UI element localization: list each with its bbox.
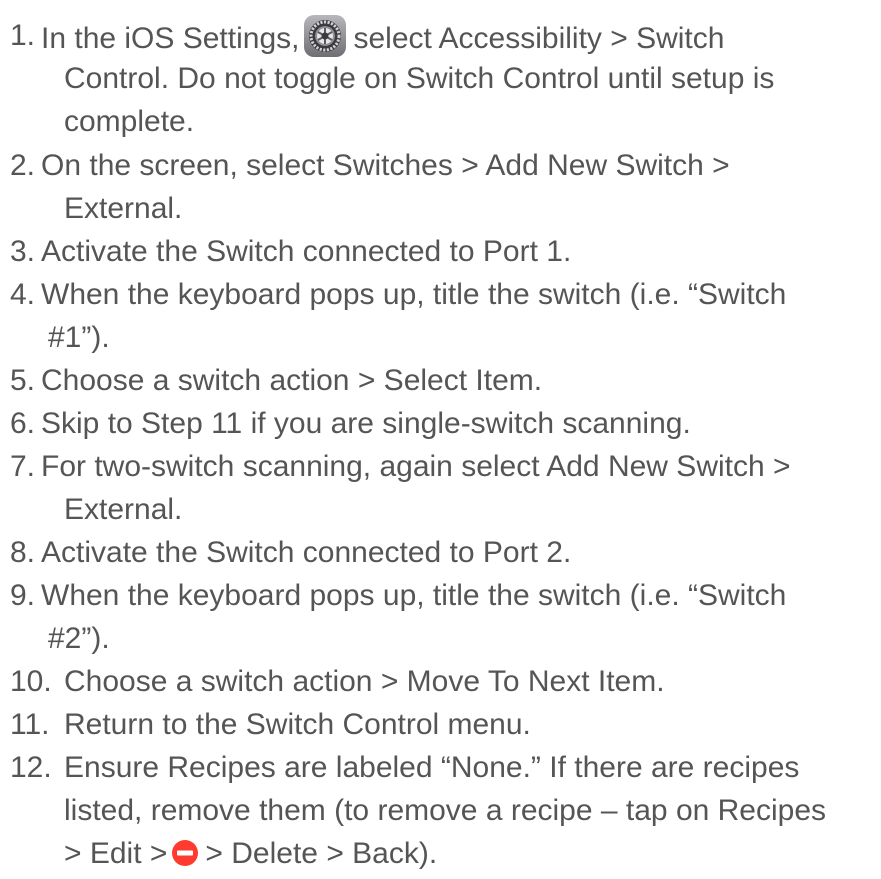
step-text-segment: select Accessibility > Switch: [353, 22, 725, 55]
step-number: 1.: [10, 19, 36, 52]
step-number: 12.: [10, 751, 52, 784]
step-text-line: When the keyboard pops up, title the swi…: [41, 579, 787, 612]
step-text-line: Skip to Step 11 if you are single-switch…: [41, 407, 691, 440]
step-text-line: listed, remove them (to remove a recipe …: [64, 794, 827, 827]
delete-minus-icon: [171, 836, 199, 866]
step-number: 3.: [10, 235, 36, 268]
step-text-segment: > Edit >: [64, 837, 168, 870]
step-number: 4.: [10, 278, 36, 311]
step-text-line: In the iOS Settings, select Accessibilit…: [41, 14, 724, 60]
step-text-line: When the keyboard pops up, title the swi…: [41, 278, 787, 311]
step-text-line: > Edit > > Delete > Back).: [64, 832, 437, 875]
step-10: 10. Choose a switch action > Move To Nex…: [0, 660, 881, 703]
step-text-line: On the screen, select Switches > Add New…: [41, 149, 730, 182]
step-8: 8. Activate the Switch connected to Port…: [0, 531, 881, 574]
step-text-line: External.: [64, 493, 183, 526]
step-text-line: Return to the Switch Control menu.: [64, 708, 531, 741]
step-11: 11. Return to the Switch Control menu.: [0, 703, 881, 746]
step-text-segment: > Delete > Back).: [205, 837, 438, 870]
step-number: 5.: [10, 364, 36, 397]
step-6: 6. Skip to Step 11 if you are single-swi…: [0, 402, 881, 445]
step-12: 12. Ensure Recipes are labeled “None.” I…: [0, 746, 881, 875]
step-number: 6.: [10, 407, 36, 440]
step-text-segment: In the iOS Settings,: [41, 22, 300, 55]
step-text-line: Activate the Switch connected to Port 1.: [41, 235, 572, 268]
step-5: 5. Choose a switch action > Select Item.: [0, 359, 881, 402]
step-text-line: Control. Do not toggle on Switch Control…: [64, 62, 775, 95]
step-2: 2. On the screen, select Switches > Add …: [0, 144, 881, 230]
step-text-line: Ensure Recipes are labeled “None.” If th…: [64, 751, 800, 784]
step-text-line: Activate the Switch connected to Port 2.: [41, 536, 572, 569]
settings-gear-icon: [303, 14, 347, 58]
step-text-line: complete.: [64, 105, 195, 138]
step-text-line: Choose a switch action > Move To Next It…: [64, 665, 665, 698]
step-9: 9. When the keyboard pops up, title the …: [0, 574, 881, 660]
step-number: 2.: [10, 149, 36, 182]
step-number: 7.: [10, 450, 36, 483]
step-number: 10.: [10, 665, 52, 698]
step-text-line: #2”).: [48, 622, 110, 655]
step-4: 4. When the keyboard pops up, title the …: [0, 273, 881, 359]
step-text-line: External.: [64, 192, 183, 225]
step-text-line: Choose a switch action > Select Item.: [41, 364, 543, 397]
step-text-line: #1”).: [48, 321, 110, 354]
step-number: 8.: [10, 536, 36, 569]
step-number: 9.: [10, 579, 36, 612]
step-text-line: For two-switch scanning, again select Ad…: [41, 450, 791, 483]
step-7: 7. For two-switch scanning, again select…: [0, 445, 881, 531]
step-number: 11.: [10, 708, 50, 741]
step-3: 3. Activate the Switch connected to Port…: [0, 230, 881, 273]
